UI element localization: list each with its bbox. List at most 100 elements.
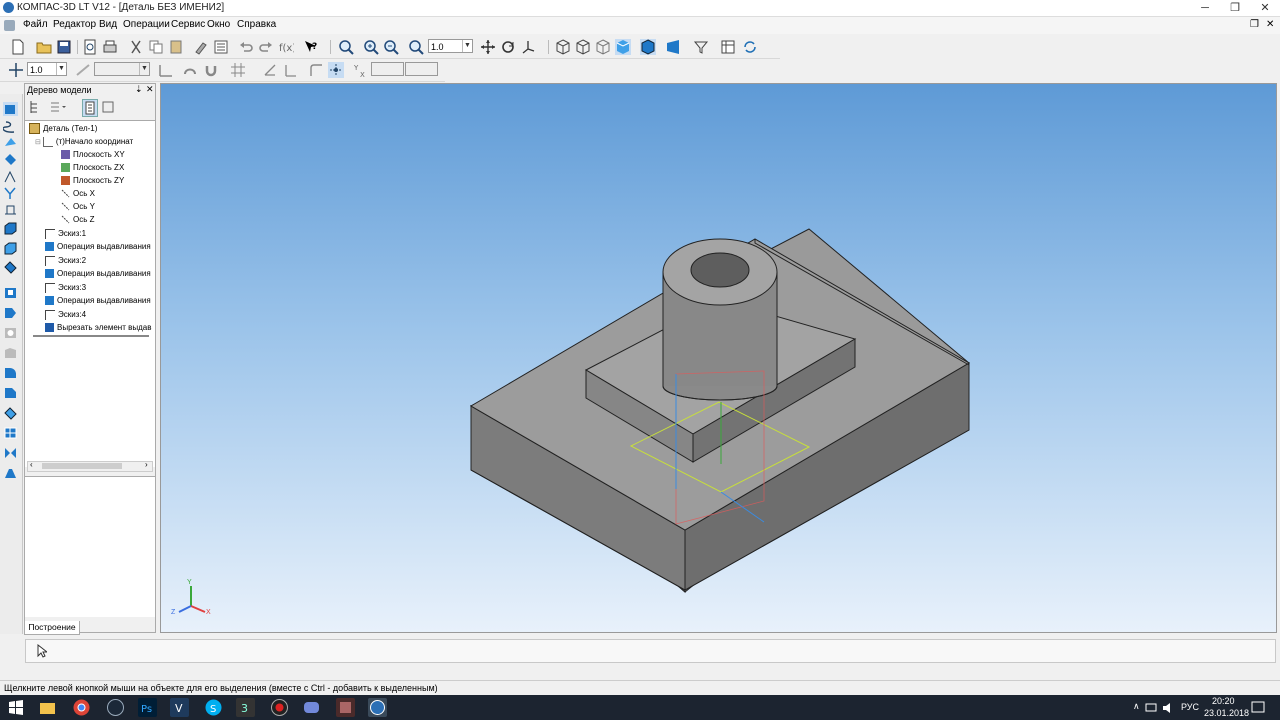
mirror-icon[interactable] <box>3 446 18 460</box>
cut-rotate-icon[interactable] <box>3 306 18 320</box>
tree-item-plane-zy[interactable]: Плоскость ZY <box>61 175 124 187</box>
document-restore-button[interactable]: ❐ <box>1250 19 1259 30</box>
tray-overflow-icon[interactable]: ∧ <box>1133 701 1140 712</box>
close-window-button[interactable]: ✕ <box>1250 0 1280 16</box>
tree-item-cut-extrude[interactable]: Вырезать элемент выдав <box>45 322 151 334</box>
game-icon[interactable] <box>336 698 355 717</box>
print-icon[interactable] <box>102 39 118 55</box>
pin-icon[interactable]: ⇣ <box>135 84 143 95</box>
thin-lines-icon[interactable] <box>595 39 611 55</box>
redo-icon[interactable] <box>258 39 274 55</box>
network-icon[interactable] <box>1145 698 1157 717</box>
horizontal-scrollbar[interactable]: ‹ › <box>27 460 153 472</box>
menu-view[interactable]: Вид <box>99 19 117 30</box>
filter-selection-icon[interactable] <box>693 39 709 55</box>
zoom-level-select[interactable]: 1.0 ▼ <box>428 39 473 53</box>
restore-button[interactable]: ❐ <box>1220 0 1250 16</box>
model-viewport[interactable]: Y X Z <box>160 83 1277 633</box>
fillet-icon[interactable] <box>3 366 18 380</box>
shell-icon[interactable] <box>3 406 18 420</box>
clock-time[interactable]: 20:20 <box>1212 696 1235 706</box>
save-icon[interactable] <box>56 39 72 55</box>
rib-icon[interactable] <box>3 346 18 360</box>
ortho-icon[interactable] <box>262 62 278 78</box>
x-coordinate-field[interactable] <box>371 62 404 76</box>
step-value-select[interactable]: 1.0 ▼ <box>27 62 67 76</box>
tree-view-icon[interactable] <box>29 100 43 114</box>
variables-fx-icon[interactable]: f(x) <box>278 39 294 55</box>
menu-file[interactable]: Файл <box>23 19 48 30</box>
tree-item-axis-y[interactable]: Ось Y <box>61 201 95 213</box>
editing-details-icon[interactable] <box>3 102 18 116</box>
surfaces-icon[interactable] <box>3 136 18 150</box>
extrude-tool-icon[interactable] <box>3 222 18 236</box>
tree-item-sketch-3[interactable]: Эскиз:3 <box>45 282 86 294</box>
rotate-tool-icon[interactable] <box>3 242 18 256</box>
aux-geometry-icon[interactable] <box>3 170 18 184</box>
zoom-scale-icon[interactable] <box>408 39 424 55</box>
cut-icon[interactable] <box>128 39 144 55</box>
3d-app-icon[interactable]: 3 <box>236 698 255 717</box>
copy-icon[interactable] <box>148 39 164 55</box>
tree-item-plane-zx[interactable]: Плоскость ZX <box>61 162 124 174</box>
menu-help[interactable]: Справка <box>237 19 276 30</box>
zoom-out-icon[interactable] <box>383 39 399 55</box>
line-style-icon[interactable] <box>75 62 91 78</box>
undo-icon[interactable] <box>238 39 254 55</box>
hidden-lines-icon[interactable] <box>575 39 591 55</box>
new-file-icon[interactable] <box>10 39 26 55</box>
steam-icon[interactable] <box>106 698 125 717</box>
relations-icon[interactable] <box>101 100 115 114</box>
sheet-metal-icon[interactable] <box>3 466 18 480</box>
tab-construction[interactable]: Построение <box>24 621 80 635</box>
zoom-frame-icon[interactable] <box>338 39 354 55</box>
tree-item-axis-x[interactable]: Ось X <box>61 188 95 200</box>
dynamic-input-icon[interactable] <box>328 62 344 78</box>
document-close-button[interactable]: ✕ <box>1266 19 1274 30</box>
structure-view-icon[interactable] <box>49 100 67 114</box>
local-cs-icon[interactable] <box>158 62 174 78</box>
array-grid-icon[interactable] <box>3 426 18 440</box>
properties-bar[interactable] <box>25 639 1276 663</box>
file-explorer-icon[interactable] <box>38 698 57 717</box>
tree-item-part[interactable]: Деталь (Тел-1) <box>29 123 97 135</box>
menu-service[interactable]: Сервис <box>171 19 205 30</box>
minimize-button[interactable]: ─ <box>1190 0 1220 16</box>
rotate-icon[interactable] <box>500 39 516 55</box>
tree-item-sketch-2[interactable]: Эскиз:2 <box>45 255 86 267</box>
tree-item-axis-z[interactable]: Ось Z <box>61 214 95 226</box>
table-properties-icon[interactable] <box>720 39 736 55</box>
shaded-icon[interactable] <box>615 39 631 55</box>
discord-icon[interactable] <box>302 698 321 717</box>
tree-item-extrude-3[interactable]: Операция выдавливания <box>45 295 151 307</box>
tree-item-sketch-4[interactable]: Эскиз:4 <box>45 309 86 321</box>
scroll-right-icon[interactable]: › <box>145 460 148 469</box>
recorder-icon[interactable] <box>270 698 289 717</box>
grid-step-icon[interactable] <box>8 62 24 78</box>
language-indicator[interactable]: РУС <box>1181 702 1199 712</box>
chamfer-icon[interactable] <box>3 386 18 400</box>
y-coordinate-field[interactable] <box>405 62 438 76</box>
tree-item-sketch-1[interactable]: Эскиз:1 <box>45 228 86 240</box>
coordinates-icon[interactable]: YX <box>353 62 369 78</box>
clock-date[interactable]: 23.01.2018 <box>1204 708 1249 718</box>
scroll-thumb[interactable] <box>42 463 122 469</box>
kompas-taskbar-icon[interactable] <box>368 698 387 717</box>
zoom-in-icon[interactable] <box>363 39 379 55</box>
hole-icon[interactable] <box>3 326 18 340</box>
filters-icon[interactable] <box>3 202 18 216</box>
vegas-icon[interactable]: V <box>170 698 189 717</box>
scroll-left-icon[interactable]: ‹ <box>30 460 33 469</box>
measure-icon[interactable] <box>3 186 18 200</box>
photoshop-icon[interactable]: Ps <box>138 698 157 717</box>
grid-icon[interactable] <box>230 62 246 78</box>
notifications-icon[interactable] <box>1250 698 1266 717</box>
rebuild-icon[interactable] <box>742 39 758 55</box>
tree-item-extrude-1[interactable]: Операция выдавливания <box>45 241 151 253</box>
magnet-icon[interactable] <box>203 62 219 78</box>
arrays-icon[interactable] <box>3 152 18 166</box>
paste-icon[interactable] <box>168 39 184 55</box>
menu-operations[interactable]: Операции <box>123 19 170 30</box>
volume-icon[interactable] <box>1162 698 1174 717</box>
axis-ortho-icon[interactable] <box>283 62 299 78</box>
